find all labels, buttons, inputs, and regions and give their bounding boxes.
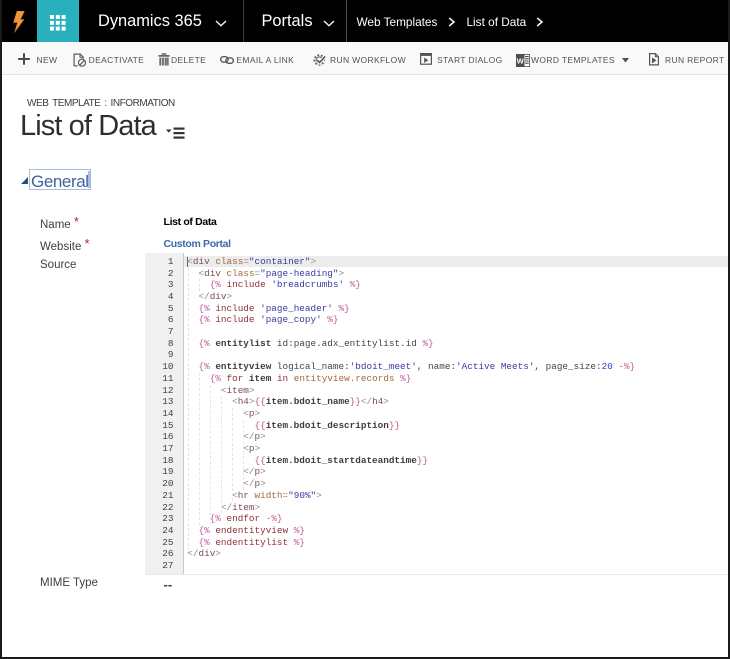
svg-text:W: W [517,57,525,66]
